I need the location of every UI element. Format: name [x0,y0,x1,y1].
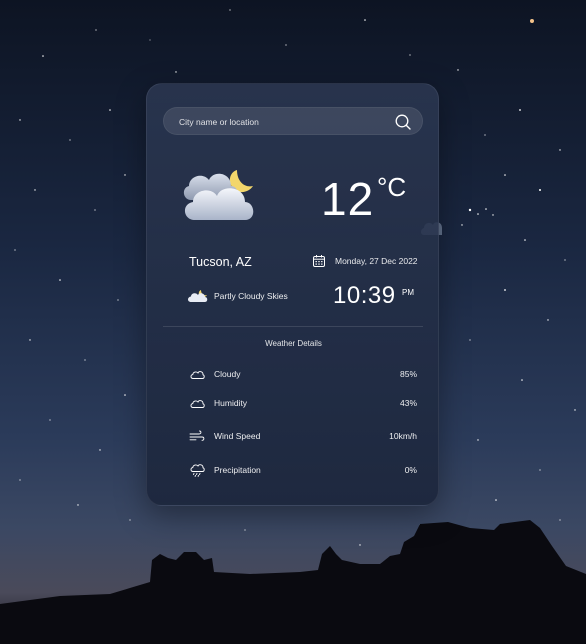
condition-text: Partly Cloudy Skies [214,291,288,301]
cloud-icon [190,371,205,379]
detail-label: Cloudy [214,369,241,379]
wind-icon [189,430,205,441]
mesa-silhouette [0,520,586,644]
cloud-icon [190,400,205,408]
detail-row-cloudy: Cloudy 85% [189,366,419,382]
detail-value: 10km/h [389,431,417,441]
search-icon[interactable] [394,113,412,131]
detail-label: Humidity [214,398,248,408]
location-name: Tucson, AZ [189,255,252,269]
temperature-display: 12 °C [317,172,427,236]
divider [163,326,423,327]
temperature-unit: °C [377,172,407,202]
weather-card: 12 °C Tucson, AZ Monday, 27 Dec 2022 Par… [146,83,439,506]
weather-details-heading: Weather Details [265,339,322,348]
detail-row-humidity: Humidity 43% [189,395,419,411]
detail-row-precipitation: Precipitation 0% [189,462,419,478]
current-date: Monday, 27 Dec 2022 [335,256,418,266]
search-bar [163,107,423,136]
temperature-value: 12 [321,173,375,225]
partly-cloudy-icon [188,290,208,302]
partly-cloudy-night-icon [183,170,254,220]
detail-label: Wind Speed [214,431,261,441]
detail-value: 85% [399,369,417,379]
detail-row-wind-speed: Wind Speed 10km/h [189,428,419,444]
calendar-icon [313,255,325,267]
detail-label: Precipitation [214,465,261,475]
detail-value: 0% [404,465,417,475]
rain-cloud-icon [190,464,205,477]
time-period: PM [402,288,414,297]
current-time: 10:39 [333,282,396,309]
detail-value: 43% [399,398,417,408]
search-input[interactable] [179,108,389,136]
